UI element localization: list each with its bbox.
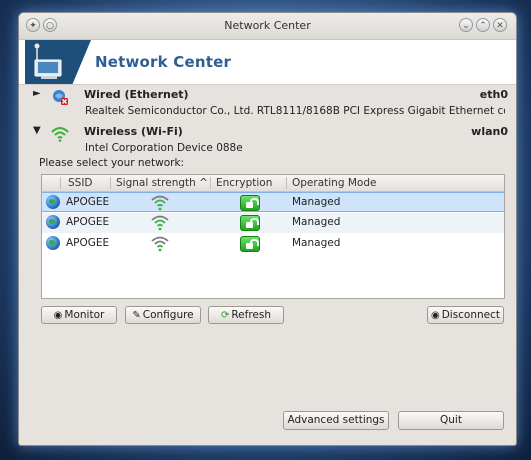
quit-button[interactable]: Quit <box>398 411 504 430</box>
network-list[interactable]: SSID Signal strength ^ Encryption Operat… <box>41 174 505 299</box>
expand-arrow-icon[interactable]: ► <box>33 88 41 99</box>
collapse-arrow-icon[interactable]: ▼ <box>33 125 41 136</box>
network-ssid: APOGEE <box>66 216 110 228</box>
column-signal[interactable]: Signal strength ^ <box>116 177 208 189</box>
column-separator <box>110 177 111 189</box>
network-ssid: APOGEE <box>66 196 110 208</box>
monitor-button-label: Monitor <box>64 309 105 321</box>
wired-disconnected-icon <box>51 88 69 106</box>
interface-device: Realtek Semiconductor Co., Ltd. RTL8111/… <box>85 105 505 117</box>
wrench-icon: ✎ <box>132 310 141 321</box>
wifi-icon <box>50 125 69 143</box>
column-separator <box>286 177 287 189</box>
network-prompt: Please select your network: <box>39 157 185 169</box>
titlebar: ✦ ○ Network Center ⌄ ⌃ ✕ <box>19 13 516 40</box>
monitor-button[interactable]: ◉ Monitor <box>41 306 117 324</box>
maximize-icon[interactable]: ⌃ <box>476 18 490 32</box>
network-row[interactable]: APOGEE Managed <box>42 234 504 254</box>
interface-wired[interactable]: ► Wired (Ethernet) eth0 Realtek Semicond… <box>19 86 516 120</box>
app-header: Network Center <box>19 40 516 85</box>
interface-name: Wireless (Wi-Fi) <box>84 125 183 138</box>
column-separator <box>210 177 211 189</box>
configure-button[interactable]: ✎ Configure <box>125 306 201 324</box>
interface-wireless[interactable]: ▼ Wireless (Wi-Fi) wlan0 Intel Corporati… <box>19 123 516 157</box>
column-encryption[interactable]: Encryption <box>216 177 272 189</box>
list-header: SSID Signal strength ^ Encryption Operat… <box>42 175 504 192</box>
network-center-window: ✦ ○ Network Center ⌄ ⌃ ✕ Network Center … <box>18 12 517 446</box>
advanced-settings-button[interactable]: Advanced settings <box>283 411 389 430</box>
signal-strength-icon <box>150 194 170 212</box>
interface-id: wlan0 <box>471 125 508 138</box>
refresh-button[interactable]: ⟳ Refresh <box>208 306 284 324</box>
refresh-button-label: Refresh <box>231 309 272 321</box>
window-title: Network Center <box>224 19 311 32</box>
column-ssid[interactable]: SSID <box>68 177 93 189</box>
page-title: Network Center <box>95 53 232 71</box>
disconnect-button-label: Disconnect <box>441 309 501 321</box>
column-signal-label: Signal strength <box>116 177 196 189</box>
network-mode: Managed <box>292 196 341 208</box>
encryption-lock-icon <box>240 195 260 211</box>
close-icon[interactable]: ✕ <box>493 18 507 32</box>
refresh-icon: ⟳ <box>220 310 230 321</box>
configure-button-label: Configure <box>142 309 194 321</box>
globe-icon <box>46 236 60 250</box>
globe-icon <box>46 195 60 209</box>
network-mode: Managed <box>292 237 341 249</box>
disconnect-icon: ◉ <box>430 310 440 321</box>
column-separator <box>60 177 61 189</box>
network-ssid: APOGEE <box>66 237 110 249</box>
signal-strength-icon <box>150 214 170 232</box>
encryption-lock-icon <box>240 215 260 231</box>
disconnect-button[interactable]: ◉ Disconnect <box>427 306 504 324</box>
interface-name: Wired (Ethernet) <box>84 88 189 101</box>
encryption-lock-icon <box>240 236 260 252</box>
network-mode: Managed <box>292 216 341 228</box>
network-center-logo-icon <box>25 40 91 84</box>
network-row[interactable]: APOGEE Managed <box>42 192 504 212</box>
sort-ascending-icon: ^ <box>199 177 208 189</box>
signal-strength-icon <box>150 235 170 253</box>
globe-icon <box>46 215 60 229</box>
interface-id: eth0 <box>479 88 508 101</box>
binoculars-icon: ◉ <box>53 310 63 321</box>
network-row[interactable]: APOGEE Managed <box>42 213 504 233</box>
column-mode[interactable]: Operating Mode <box>292 177 376 189</box>
minimize-icon[interactable]: ⌄ <box>459 18 473 32</box>
interface-device: Intel Corporation Device 088e <box>85 142 243 154</box>
